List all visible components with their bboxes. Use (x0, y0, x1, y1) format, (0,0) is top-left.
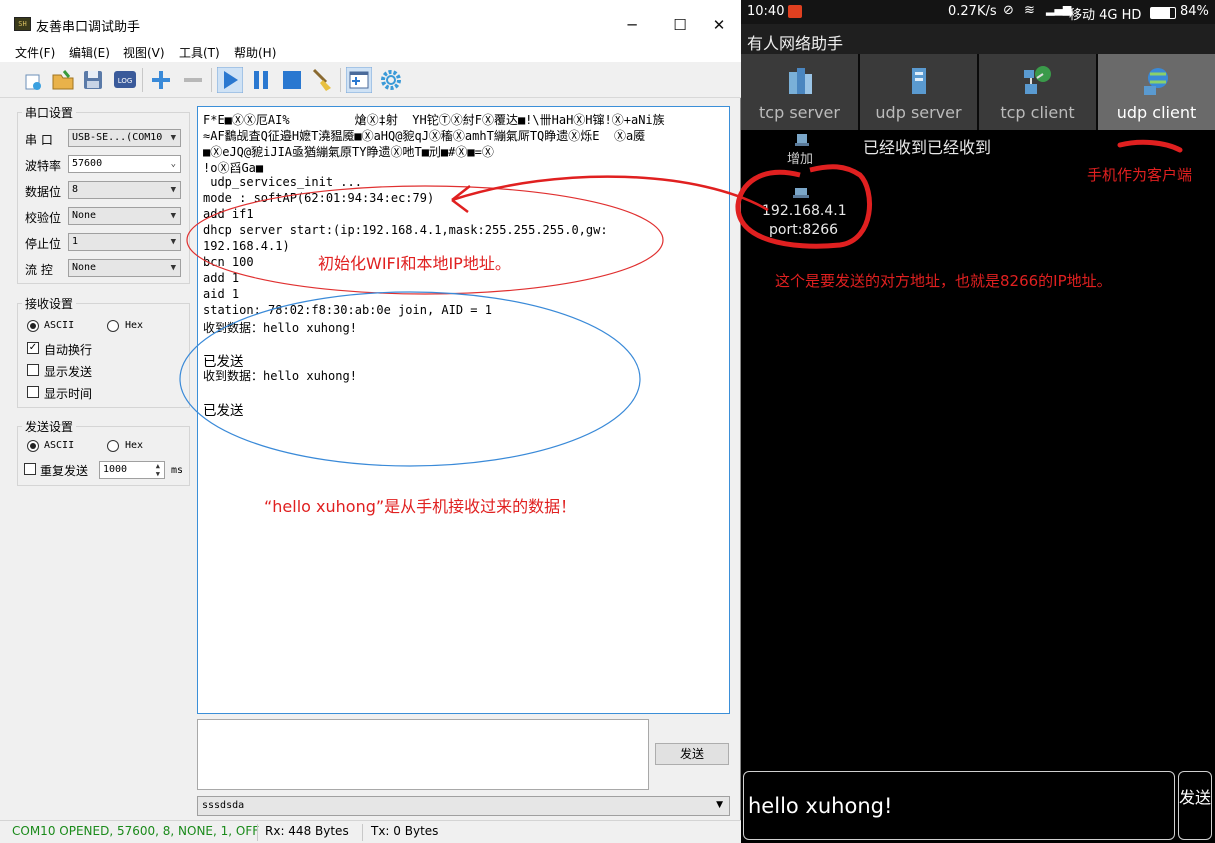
annotation-ellipse-blue (179, 291, 641, 467)
annotation-init-text: 初始化WIFI和本地IP地址。 (318, 254, 511, 273)
annotation-arrow (451, 175, 769, 212)
annotation-circle-phone (735, 164, 872, 249)
annotation-received-text: “hello xuhong”是从手机接收过来的数据！ (264, 497, 577, 516)
annotation-ellipse-red (186, 185, 664, 295)
annotation-target-text: 这个是要发送的对方地址，也就是8266的IP地址。 (775, 272, 1112, 290)
annotation-underline (1117, 139, 1183, 153)
annotation-client-text: 手机作为客户端 (1087, 166, 1193, 184)
annotation-arrowhead (451, 185, 471, 213)
annotation-layer (179, 139, 1183, 467)
